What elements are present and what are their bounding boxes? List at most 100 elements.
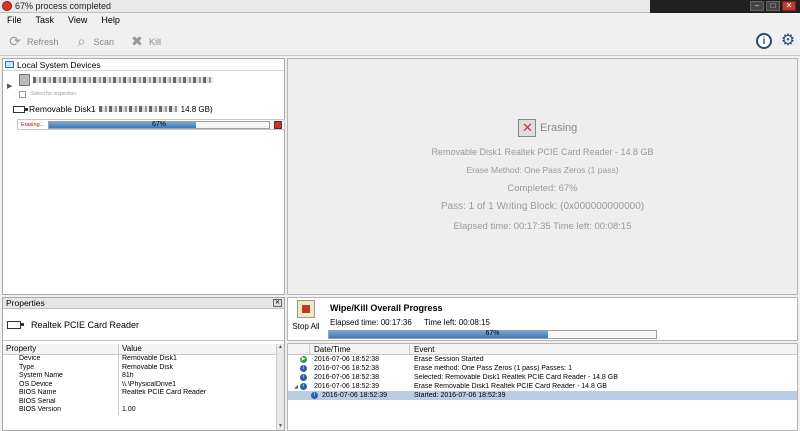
overall-elapsed: Elapsed time: 00:17:36: [330, 318, 412, 327]
property-value: Removable Disk1: [122, 355, 177, 362]
log-row[interactable]: i 2016-07-06 18:52:38 Erase method: One …: [288, 364, 797, 373]
device-erase-status: Erasing... 67%: [17, 119, 285, 130]
property-value: Realtek PCIE Card Reader: [122, 389, 207, 396]
properties-device: Realtek PCIE Card Reader: [3, 309, 284, 341]
properties-header: Properties ✕: [3, 298, 284, 309]
redacted-device-name: [33, 77, 213, 83]
log-event: Selected: Removable Disk1 Realtek PCIE C…: [414, 374, 618, 381]
stop-all-button[interactable]: Stop All: [290, 300, 322, 338]
log-event: Erase Session Started: [414, 356, 484, 363]
title-bar: 67% process completed – □ ✕: [0, 0, 800, 13]
menu-help[interactable]: Help: [94, 15, 127, 25]
info-icon: i: [300, 383, 307, 390]
info-icon: i: [311, 392, 318, 399]
removable-disk-label: Removable Disk1: [29, 104, 96, 114]
maximize-button[interactable]: □: [766, 1, 780, 11]
hard-drive-icon: [19, 74, 30, 86]
info-icon: i: [300, 365, 307, 372]
device-item-disk0[interactable]: ▶ Select for inspection: [7, 74, 282, 100]
collapse-arrow-icon[interactable]: ◢: [294, 384, 298, 390]
log-row[interactable]: ◢ i 2016-07-06 18:52:39 Erase Removable D…: [288, 382, 797, 391]
device-progress-bar: 67%: [48, 120, 270, 129]
scan-label: Scan: [93, 36, 115, 47]
overall-time-left: Time left: 00:08:15: [424, 318, 490, 327]
property-value: Removable Disk: [122, 363, 173, 371]
scroll-up-icon[interactable]: ▲: [277, 344, 284, 351]
table-row: Device Removable Disk1: [3, 355, 277, 364]
device-progress-label: 67%: [151, 120, 166, 128]
kill-button[interactable]: ✖ Kill: [128, 33, 161, 51]
table-row: BIOS Serial: [3, 397, 277, 407]
info-icon[interactable]: i: [756, 33, 772, 49]
usb-drive-icon: [7, 320, 24, 329]
minimize-button[interactable]: –: [750, 1, 764, 11]
property-key: OS Device: [3, 380, 119, 389]
info-icon: i: [300, 374, 307, 381]
overall-progress-bar: 67%: [328, 330, 657, 339]
property-key: Type: [3, 363, 119, 372]
table-row: BIOS Version 1.00: [3, 406, 277, 415]
close-button[interactable]: ✕: [782, 1, 796, 11]
menu-bar: File Task View Help: [0, 13, 800, 27]
properties-scrollbar[interactable]: ▲ ▼: [276, 344, 284, 430]
select-label: Select for inspection: [31, 91, 77, 97]
log-date: 2016-07-06 18:52:38: [314, 356, 379, 363]
menu-file[interactable]: File: [0, 15, 29, 25]
log-date: 2016-07-06 18:52:39: [314, 383, 379, 390]
overall-progress-label: 67%: [485, 330, 500, 337]
menu-view[interactable]: View: [61, 15, 94, 25]
table-row: Type Removable Disk: [3, 363, 277, 372]
value-column-header[interactable]: Value: [119, 344, 277, 354]
erase-device: Removable Disk1 Realtek PCIE Card Reader…: [431, 147, 654, 157]
device-item-removable-disk1[interactable]: Removable Disk1 14.8 GB): [13, 102, 283, 116]
kill-icon: ✖: [131, 33, 143, 49]
stop-device-icon[interactable]: [274, 120, 282, 129]
window-title: 67% process completed: [15, 1, 112, 11]
close-properties-icon[interactable]: ✕: [273, 299, 282, 307]
device-tree: Local System Devices ▶ Select for inspec…: [2, 58, 285, 295]
property-key: BIOS Version: [3, 406, 119, 415]
removable-disk-size: 14.8 GB): [180, 104, 213, 114]
select-checkbox[interactable]: [19, 91, 26, 98]
property-key: System Name: [3, 372, 119, 381]
table-row: BIOS Name Realtek PCIE Card Reader: [3, 389, 277, 398]
overall-progress-panel: Stop All Wipe/Kill Overall Progress Elap…: [287, 297, 798, 341]
refresh-button[interactable]: ⟳ Refresh: [6, 33, 58, 51]
property-key: Device: [3, 355, 119, 364]
menu-task[interactable]: Task: [29, 15, 62, 25]
property-key: BIOS Serial: [3, 397, 119, 406]
overall-title: Wipe/Kill Overall Progress: [330, 303, 443, 313]
erase-elapsed: Elapsed time: 00:17:35 Time left: 00:08:…: [453, 221, 632, 232]
log-date: 2016-07-06 18:52:39: [322, 392, 387, 399]
expand-arrow-icon[interactable]: ▶: [7, 82, 12, 90]
scroll-down-icon[interactable]: ▼: [277, 423, 284, 430]
table-row: System Name 81h: [3, 372, 277, 381]
usb-drive-icon: [13, 105, 28, 113]
property-column-header[interactable]: Property: [3, 344, 119, 354]
property-value: \\.\PhysicalDrive1: [122, 380, 177, 388]
log-event: Started: 2016-07-06 18:52:39: [414, 392, 506, 399]
erase-method: Erase Method: One Pass Zeros (1 pass): [466, 165, 619, 175]
log-row[interactable]: ▶ 2016-07-06 18:52:38 Erase Session Star…: [288, 355, 797, 364]
log-row-selected[interactable]: i 2016-07-06 18:52:39 Started: 2016-07-0…: [288, 391, 797, 400]
computer-icon: [5, 61, 14, 68]
device-tree-title: Local System Devices: [17, 59, 101, 70]
properties-panel: Properties ✕ Realtek PCIE Card Reader Pr…: [2, 297, 285, 431]
refresh-icon: ⟳: [9, 33, 21, 49]
table-row: OS Device \\.\PhysicalDrive1: [3, 380, 277, 389]
redacted-device-detail: [98, 106, 179, 112]
scan-icon: ⌕: [77, 33, 86, 49]
log-event: Erase Removable Disk1 Realtek PCIE Card …: [414, 383, 607, 390]
erase-icon: [518, 119, 536, 137]
erase-heading: Erasing: [518, 119, 577, 137]
gear-icon[interactable]: ⚙: [780, 33, 796, 49]
event-column-header[interactable]: Event: [410, 344, 797, 354]
property-value: [119, 398, 277, 407]
log-date: 2016-07-06 18:52:38: [314, 365, 379, 372]
date-column-header[interactable]: Date/Time: [310, 344, 410, 354]
erase-pass: Pass: 1 of 1 Writing Block: (0x000000000…: [440, 201, 645, 212]
erase-heading-text: Erasing: [540, 122, 578, 134]
log-row[interactable]: i 2016-07-06 18:52:38 Selected: Removabl…: [288, 373, 797, 382]
scan-button[interactable]: ⌕ Scan: [73, 33, 115, 51]
device-tree-header: Local System Devices: [3, 59, 284, 71]
